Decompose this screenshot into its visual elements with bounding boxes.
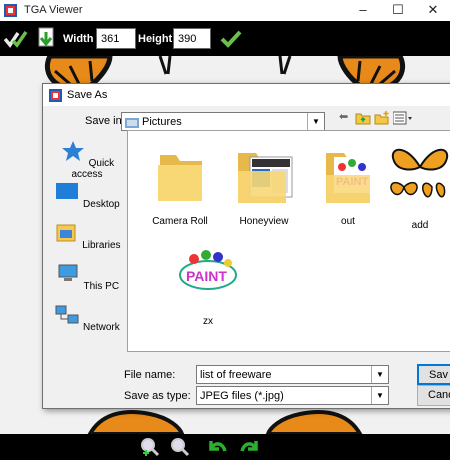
save-as-type-value: JPEG files (*.jpg) [200,390,284,402]
apply-checkmark-icon[interactable] [220,29,242,49]
libraries-icon [56,224,76,242]
file-name: zx [203,316,213,327]
file-name: Camera Roll [152,216,208,227]
file-name: Honeyview [239,216,289,227]
pictures-folder-icon [125,118,139,128]
close-button[interactable]: ✕ [416,0,450,21]
place-desktop[interactable]: Desktop [49,181,125,210]
save-as-type-label: Save as type: [124,390,191,402]
star-icon [61,141,84,161]
place-libraries[interactable]: Libraries [49,222,125,251]
chevron-down-icon: ▼ [371,387,388,404]
rotate-right-icon[interactable] [240,437,260,457]
rotate-left-icon[interactable] [207,437,227,457]
paint-logo-text: PAINT [186,268,227,284]
place-this-pc[interactable]: This PC [49,263,125,292]
app-icon [4,4,17,17]
folder-icon: PAINT [326,153,374,203]
save-as-type-combobox[interactable]: JPEG files (*.jpg) ▼ [196,386,389,405]
save-in-label: Save in: [85,115,125,127]
places-sidebar: Quick access Desktop Libraries This PC N… [49,132,125,382]
file-name: out [341,216,355,227]
dialog-title: Save As [67,89,108,101]
zoom-out-icon[interactable] [170,437,190,457]
folder-icon [158,155,202,201]
back-arrow-icon[interactable]: ⬅ [339,110,348,123]
maximize-button[interactable]: ☐ [381,0,415,21]
width-label: Width [63,33,94,45]
chevron-down-icon: ▼ [371,366,388,383]
file-item-camera-roll[interactable]: Camera Roll [140,141,220,227]
bottom-bar [0,434,450,460]
download-document-icon[interactable] [36,26,58,50]
save-in-combobox[interactable]: Pictures ▼ [121,112,325,131]
tga-viewer-window: TGA Viewer – ☐ ✕ Width Height [0,0,450,460]
file-item-add[interactable]: add [380,139,450,231]
save-button[interactable]: Sav [417,364,450,385]
file-name-label: File name: [124,369,176,381]
title-bar: TGA Viewer – ☐ ✕ [0,0,450,21]
new-folder-icon[interactable] [374,111,390,125]
window-title: TGA Viewer [24,4,83,16]
save-as-dialog: Save As Save in: Pictures ▼ ⬅ Quick acce… [42,83,450,409]
cancel-button[interactable]: Cance [417,385,450,406]
place-network[interactable]: Network [49,304,125,333]
file-name: add [411,220,429,231]
height-label: Height [138,33,173,45]
butterflies-thumbnail [384,139,450,211]
dialog-title-bar: Save As [43,84,450,106]
file-name-combobox[interactable]: list of freeware ▼ [196,365,389,384]
chevron-down-icon: ▼ [307,113,324,130]
place-label: This PC [83,281,120,292]
file-item-zx[interactable]: PAINT zx [168,241,248,327]
file-list: Camera Roll Honeyview out add PAINT zx [127,130,450,352]
file-name-value: list of freeware [200,369,272,381]
save-in-value: Pictures [142,116,182,128]
paint-thumbnail: PAINT [172,241,244,307]
file-item-honeyview[interactable]: Honeyview [224,141,304,227]
dialog-app-icon [49,89,62,102]
folder-icon [238,153,293,203]
toolbar: Width Height [0,21,450,56]
place-label: Desktop [83,199,120,210]
checkmark-double-icon[interactable] [4,29,28,49]
width-input[interactable] [96,28,136,49]
place-label: Libraries [82,240,121,251]
view-menu-icon[interactable] [393,111,413,125]
height-input[interactable] [173,28,211,49]
desktop-icon [56,183,79,199]
computer-icon [58,264,78,281]
place-label: Network [83,322,120,333]
minimize-button[interactable]: – [346,0,380,21]
place-quick-access[interactable]: Quick access [49,140,125,180]
network-icon [55,305,79,324]
file-item-out[interactable]: PAINT out [308,141,388,227]
zoom-in-icon[interactable] [140,437,160,457]
up-folder-icon[interactable] [355,111,371,125]
